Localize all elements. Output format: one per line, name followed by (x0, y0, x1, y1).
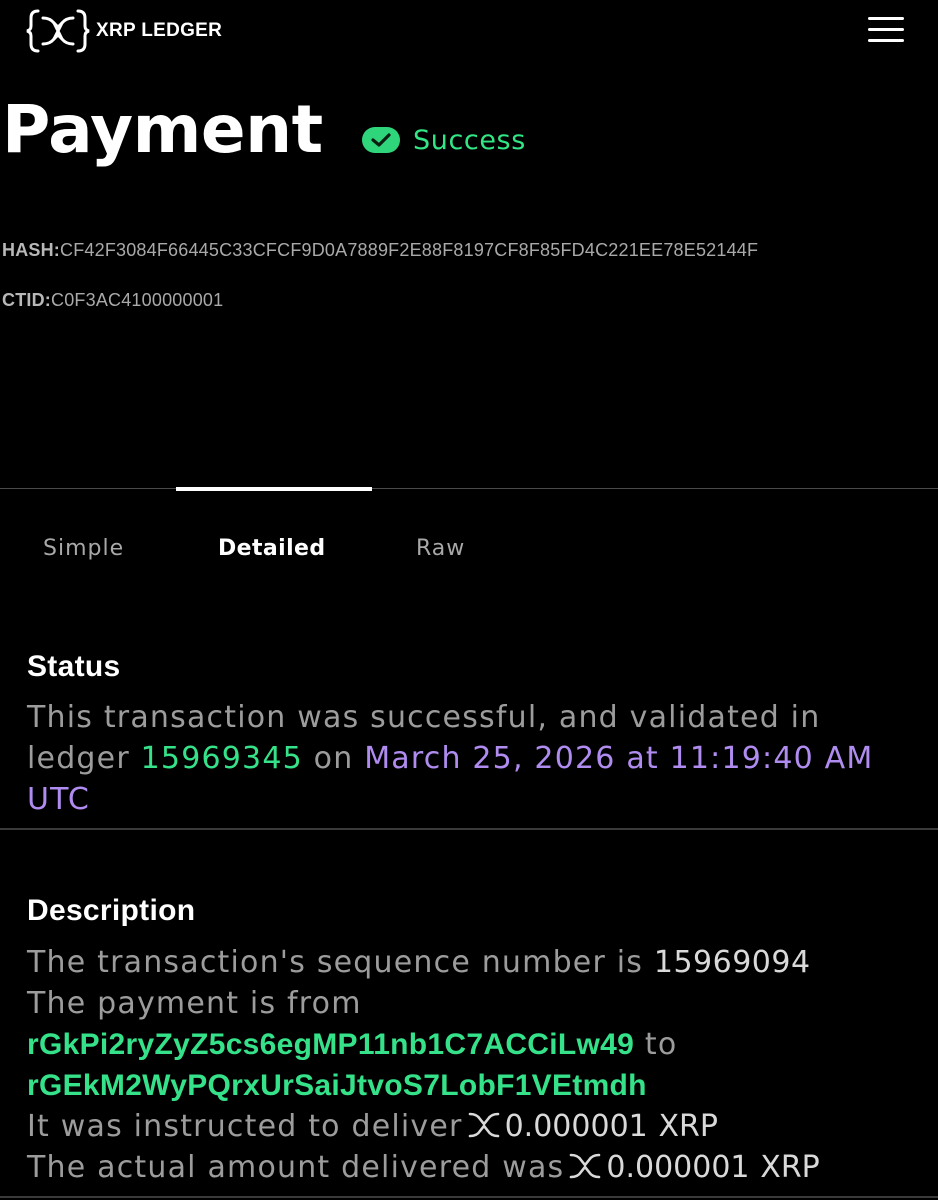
ctid-value[interactable]: C0F3AC4100000001 (51, 290, 223, 310)
to-text: to (644, 1027, 678, 1062)
tab-raw[interactable]: Raw (416, 536, 465, 561)
xrp-icon (570, 1153, 601, 1179)
from-line: The payment is from (27, 986, 362, 1021)
sequence-line: The transaction's sequence number is 159… (27, 942, 811, 983)
tab-detailed[interactable]: Detailed (218, 536, 326, 561)
to-account-link[interactable]: rGEkM2WyPQrxUrSaiJtvoS7LobF1VEtmdh (27, 1069, 647, 1102)
delivered-currency: XRP (760, 1150, 820, 1185)
status-badge: Success (361, 124, 526, 156)
delivered-line: The actual amount delivered was 0.000001 … (27, 1147, 820, 1188)
page-title: Payment (2, 91, 323, 168)
xrp-icon (468, 1112, 499, 1138)
ledger-link[interactable]: 15969345 (141, 741, 303, 776)
deliver-line: It was instructed to deliver 0.000001 XRP (27, 1106, 718, 1147)
logo-text: XRP LEDGER (96, 20, 223, 41)
from-account-link[interactable]: rGkPi2ryZyZ5cs6egMP11nb1C7ACCiLw49 (27, 1028, 634, 1061)
deliver-text: It was instructed to deliver (27, 1109, 463, 1144)
active-tab-indicator (176, 487, 372, 491)
logo[interactable]: XRP LEDGER (26, 8, 222, 54)
sequence-text: The transaction's sequence number is (27, 945, 644, 980)
delivered-text: The actual amount delivered was (27, 1150, 565, 1185)
hash-value[interactable]: CF42F3084F66445C33CFCF9D0A7889F2E88F8197… (60, 240, 758, 260)
status-description: This transaction was successful, and val… (27, 697, 907, 820)
status-text: Success (413, 124, 526, 156)
section-divider (0, 828, 938, 830)
hash-line: HASH:CF42F3084F66445C33CFCF9D0A7889F2E88… (2, 240, 758, 261)
deliver-amount: 0.000001 (504, 1109, 648, 1144)
menu-button[interactable] (866, 14, 906, 46)
description-heading: Description (27, 894, 196, 927)
check-circle-icon (362, 127, 400, 153)
xrp-logo-icon (26, 9, 90, 53)
deliver-currency: XRP (658, 1109, 719, 1144)
section-divider (0, 1196, 938, 1198)
from-account-line: rGkPi2ryZyZ5cs6egMP11nb1C7ACCiLw49 to (27, 1024, 677, 1065)
sequence-number: 15969094 (653, 945, 811, 980)
to-account-line: rGEkM2WyPQrxUrSaiJtvoS7LobF1VEtmdh (27, 1065, 647, 1106)
ctid-line: CTID:C0F3AC4100000001 (2, 290, 223, 311)
ctid-label: CTID: (2, 290, 51, 310)
delivered-amount: 0.000001 (606, 1150, 750, 1185)
status-text-2: on (313, 741, 354, 776)
tab-simple[interactable]: Simple (43, 536, 124, 561)
hamburger-menu-icon (868, 17, 904, 42)
status-heading: Status (27, 650, 121, 683)
hash-label: HASH: (2, 240, 60, 260)
tabs-border (0, 488, 938, 489)
